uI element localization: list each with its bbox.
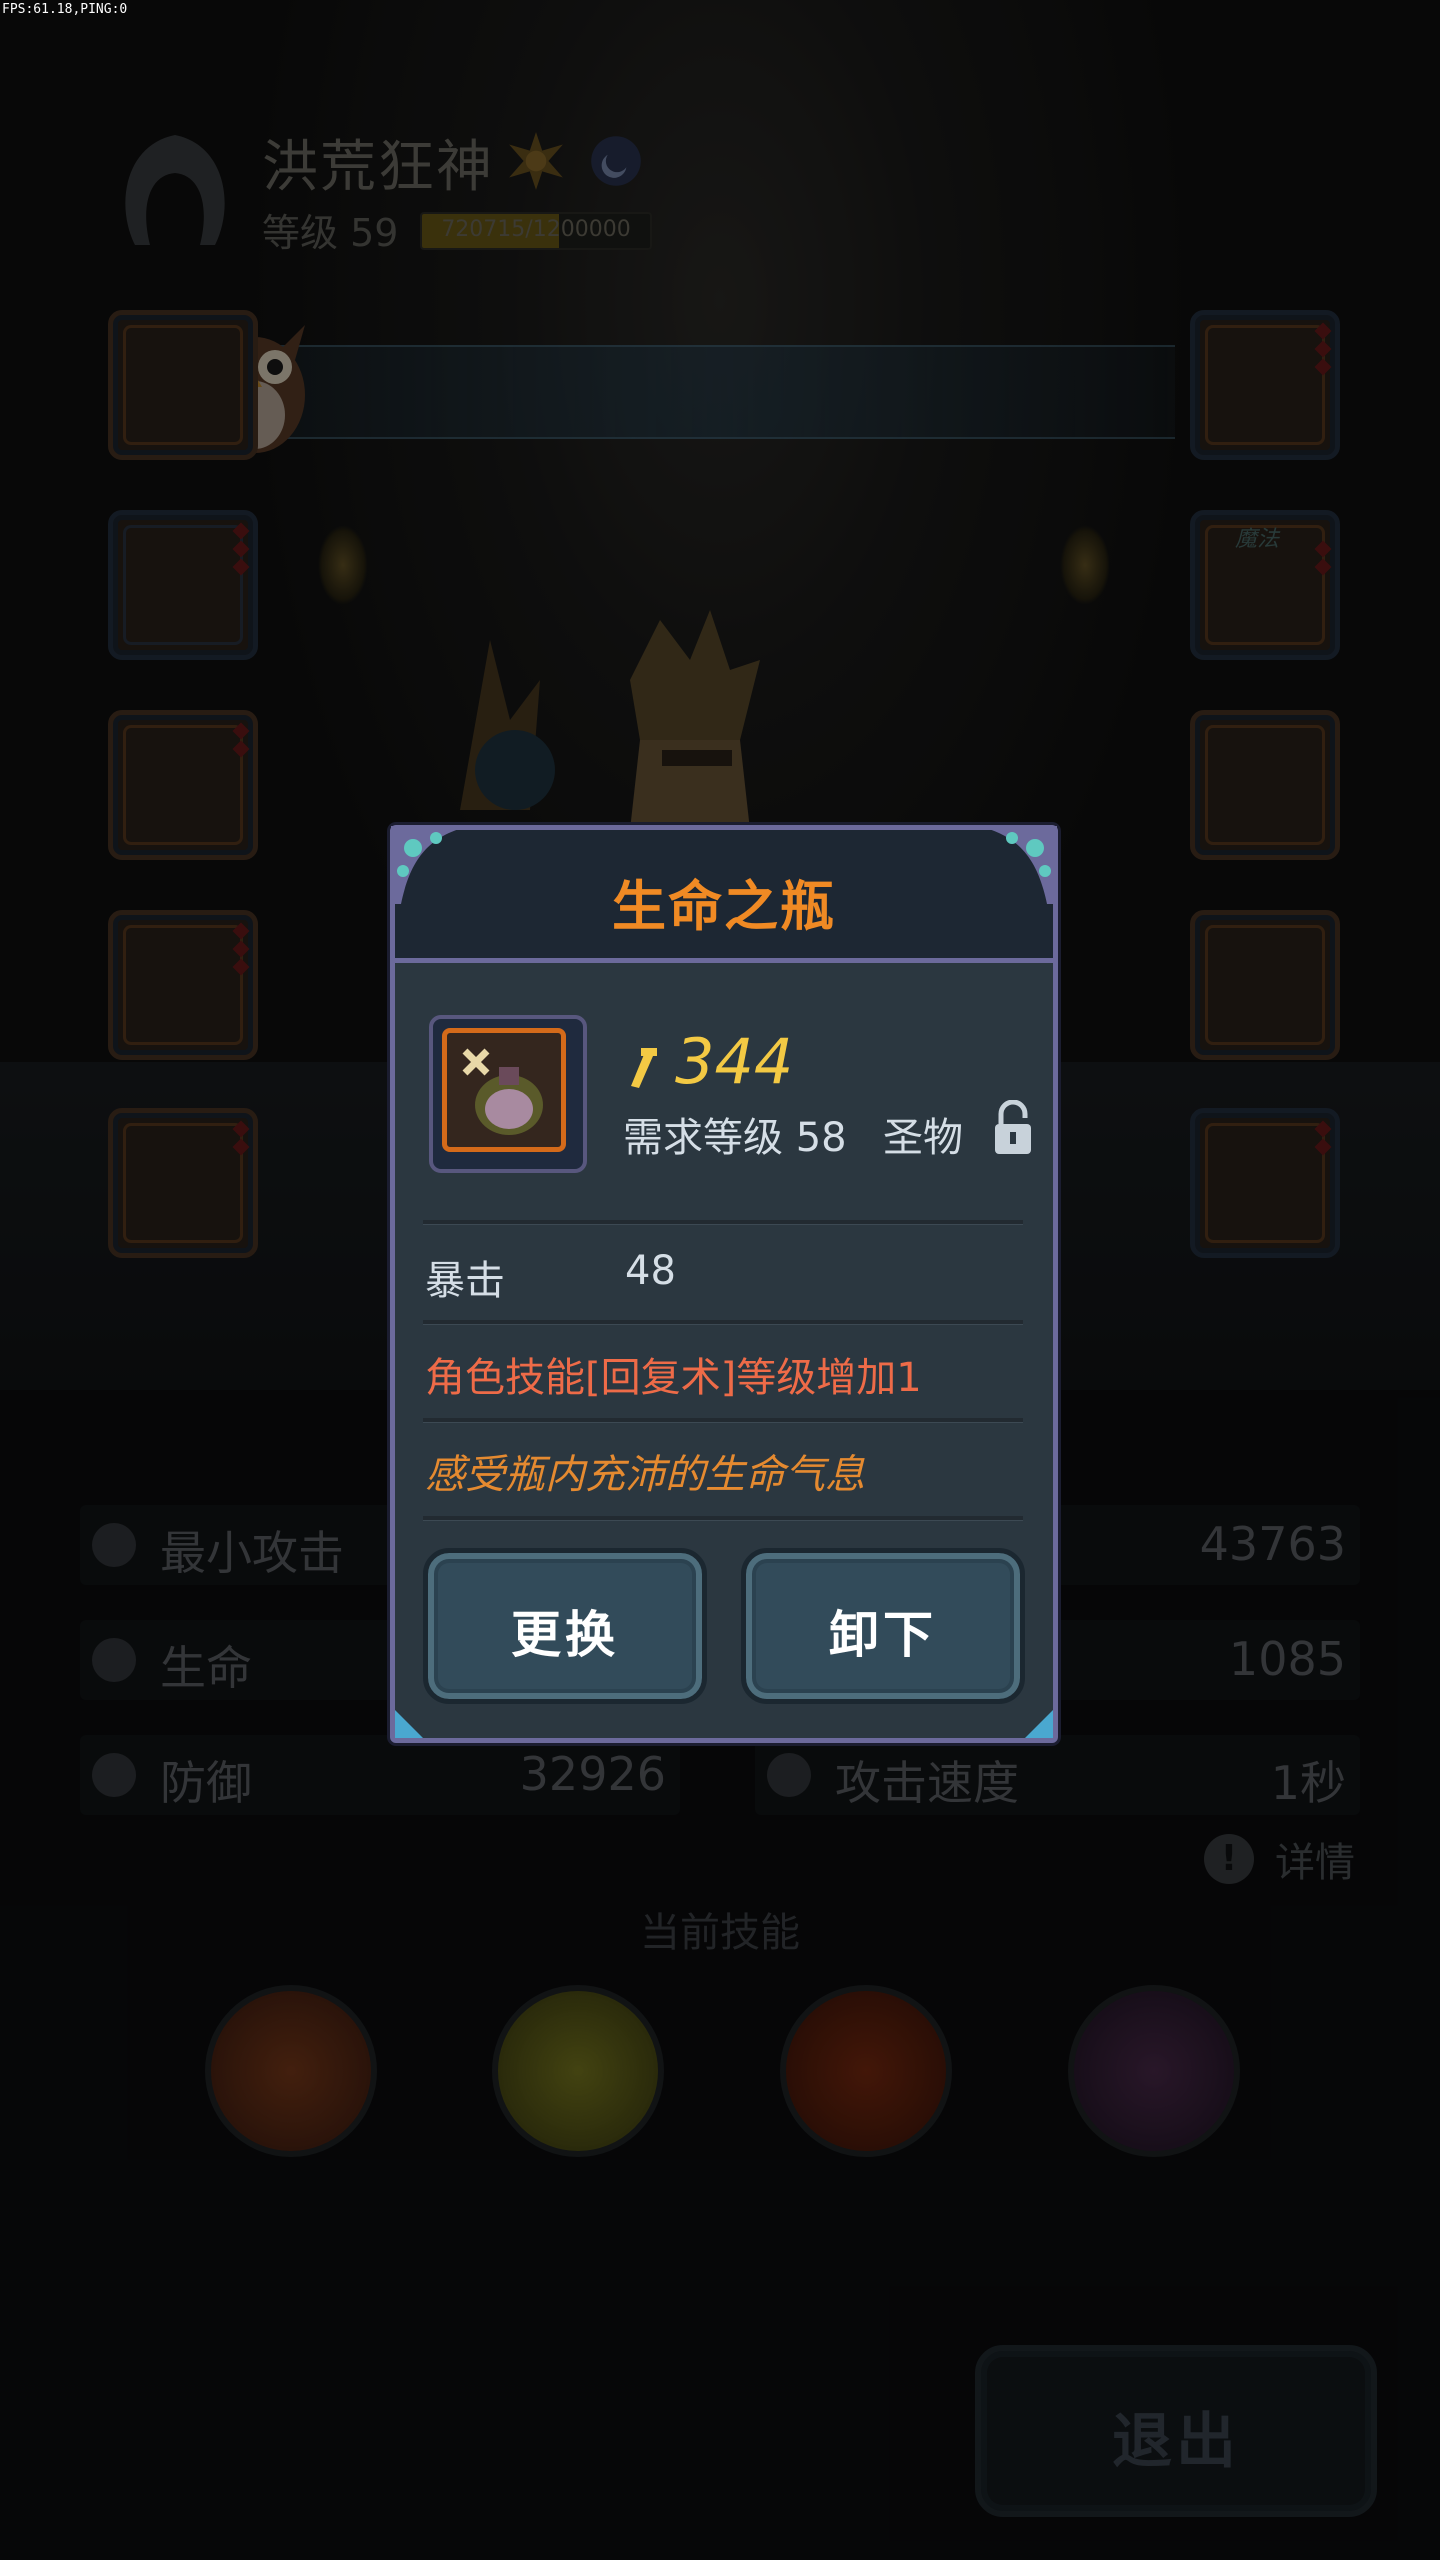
item-icon-frame: [429, 1015, 587, 1173]
attr-value: 48: [625, 1248, 676, 1294]
dialog-title: 生命之瓶: [612, 875, 836, 938]
dialog-header: 生命之瓶: [395, 830, 1053, 963]
item-requirement: 需求等级 58: [623, 1115, 847, 1161]
power-icon: [631, 1048, 657, 1088]
replace-label: 更换: [511, 1606, 619, 1664]
skill-bonus: 角色技能[回复术]等级增加1: [425, 1355, 922, 1401]
replace-button[interactable]: 更换: [423, 1548, 707, 1704]
fps-counter: FPS:61.18,PING:0: [2, 2, 128, 17]
item-dialog: 生命之瓶 344 需求等级 58 圣物 暴击 48 角色技能[回复术]等级增加1: [390, 825, 1058, 1743]
corner-ornament-icon: [391, 826, 469, 904]
unequip-label: 卸下: [829, 1606, 937, 1664]
divider: [423, 1418, 1023, 1423]
corner-ornament-icon: [979, 826, 1057, 904]
item-flavor: 感受瓶内充沛的生命气息: [425, 1452, 865, 1498]
lock-icon[interactable]: [993, 1100, 1033, 1156]
corner-triangle-icon: [1025, 1710, 1053, 1738]
divider: [423, 1516, 1023, 1521]
item-power: 344: [675, 1025, 794, 1098]
divider: [423, 1220, 1023, 1225]
unequip-button[interactable]: 卸下: [741, 1548, 1025, 1704]
item-type: 圣物: [883, 1115, 963, 1161]
divider: [423, 1320, 1023, 1325]
attr-label: 暴击: [425, 1258, 505, 1304]
life-bottle-icon: [462, 1048, 543, 1135]
corner-triangle-icon: [395, 1710, 423, 1738]
